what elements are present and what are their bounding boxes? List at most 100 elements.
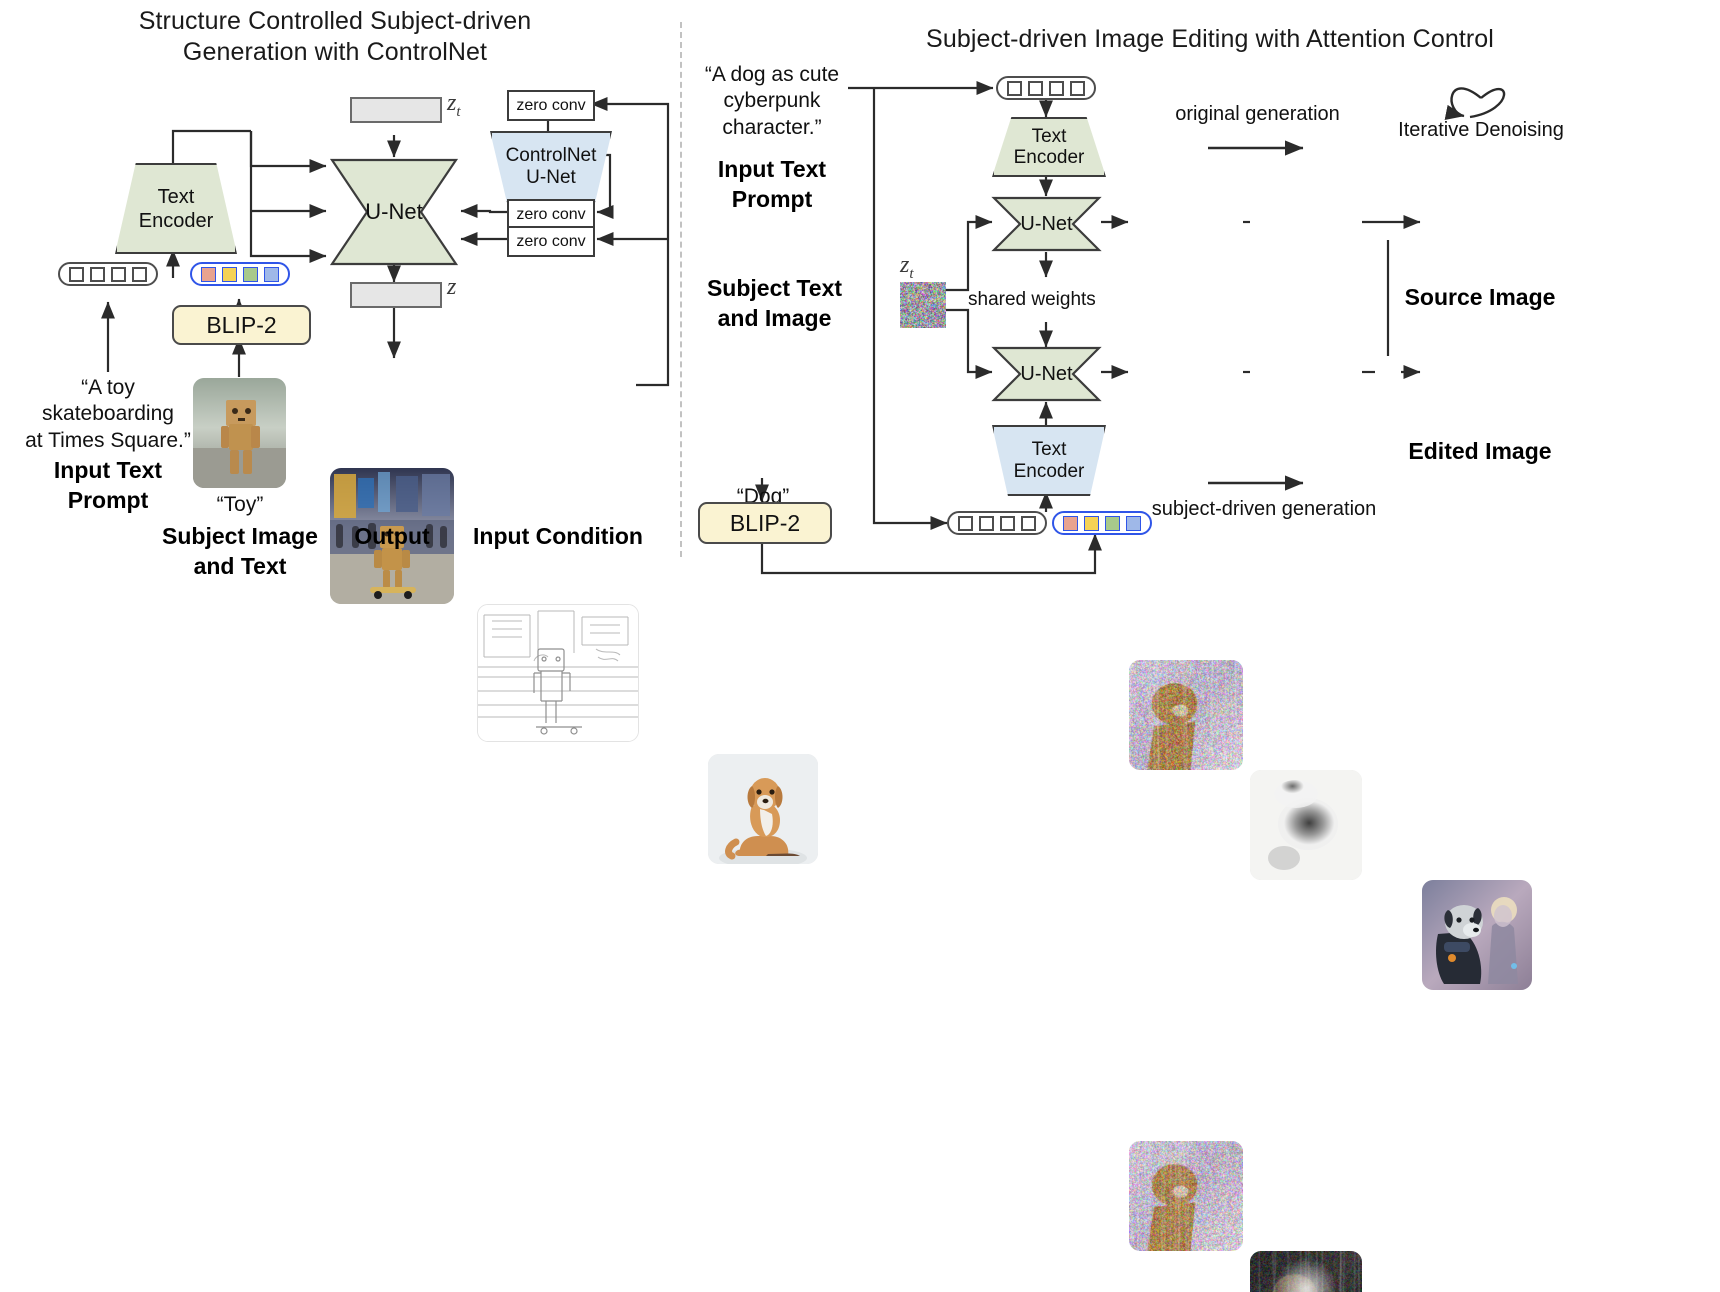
panel-divider bbox=[680, 22, 682, 557]
controlnet-line1: ControlNet bbox=[505, 145, 597, 167]
right-prompt-line1: “A dog as cute bbox=[704, 63, 840, 86]
source-image-caption: Source Image bbox=[1404, 284, 1556, 310]
token-box-colored bbox=[1105, 515, 1120, 531]
edited-noisy-latent-image[interactable] bbox=[1129, 1141, 1243, 1251]
left-latent-z-label: z bbox=[447, 274, 457, 300]
right-blip2-label: BLIP-2 bbox=[729, 509, 801, 536]
token-box bbox=[1021, 515, 1036, 531]
token-box bbox=[90, 266, 105, 282]
te-line1: Text bbox=[1031, 125, 1067, 147]
caption-line2: and Text bbox=[193, 552, 287, 579]
left-subject-token-capsule[interactable] bbox=[190, 262, 290, 286]
original-generation-label: original generation bbox=[1175, 103, 1340, 125]
left-text-encoder-line1: Text bbox=[157, 185, 195, 208]
left-text-encoder[interactable]: Text Encoder bbox=[115, 163, 237, 254]
right-top-text-encoder[interactable]: Text Encoder bbox=[992, 117, 1106, 177]
figure-root: Structure Controlled Subject-driven Gene… bbox=[0, 0, 1720, 1292]
left-latent-z-bar bbox=[350, 282, 442, 308]
subject-driven-generation-label: subject-driven generation bbox=[1151, 498, 1377, 520]
source-noisy-latent-image[interactable] bbox=[1129, 660, 1243, 770]
token-box bbox=[958, 515, 973, 531]
right-panel-title: Subject-driven Image Editing with Attent… bbox=[926, 25, 1494, 53]
right-top-text-token-capsule[interactable] bbox=[996, 76, 1096, 100]
left-unet-block[interactable]: U-Net bbox=[326, 158, 462, 266]
left-text-encoder-line2: Encoder bbox=[138, 209, 214, 232]
left-subject-image[interactable] bbox=[193, 378, 286, 488]
shared-weights-label: shared weights bbox=[968, 289, 1096, 310]
left-input-prompt-text: “A toy skateboarding at Times Square.” bbox=[10, 375, 206, 454]
caption-line1: Subject Image bbox=[162, 523, 318, 549]
controlnet-unet-block[interactable]: ControlNet U-Net bbox=[490, 131, 612, 203]
right-blip2-block[interactable]: BLIP-2 bbox=[698, 502, 832, 544]
left-prompt-line2: skateboarding bbox=[42, 402, 174, 426]
right-latent-zt-label: zt bbox=[900, 252, 914, 282]
te-line2: Encoder bbox=[1013, 147, 1085, 168]
caption-line1: Input Text bbox=[53, 457, 163, 483]
token-box-colored bbox=[201, 266, 216, 282]
left-prompt-line1: “A toy bbox=[81, 376, 135, 399]
right-top-unet-block[interactable]: U-Net bbox=[991, 196, 1102, 252]
left-latent-zt-label: zt bbox=[447, 90, 461, 120]
token-box bbox=[1000, 515, 1015, 531]
left-text-token-capsule[interactable] bbox=[58, 262, 158, 286]
zero-conv-label: zero conv bbox=[516, 96, 586, 114]
iterative-denoising-label: Iterative Denoising bbox=[1398, 119, 1564, 141]
source-attention-map-image[interactable] bbox=[1250, 770, 1362, 880]
zero-conv-label: zero conv bbox=[516, 205, 586, 223]
caption-line1: Input Text bbox=[717, 156, 827, 182]
token-box bbox=[132, 266, 147, 282]
left-subject-text: “Toy” bbox=[216, 493, 264, 516]
left-title-line2: Generation with ControlNet bbox=[182, 37, 488, 66]
left-input-condition-image[interactable] bbox=[477, 604, 639, 742]
left-prompt-line3: at Times Square.” bbox=[25, 428, 191, 452]
caption-line1: Subject Text bbox=[706, 275, 843, 301]
controlnet-line2: U-Net bbox=[526, 167, 576, 188]
edited-image-caption: Edited Image bbox=[1408, 438, 1552, 464]
left-blip2-block[interactable]: BLIP-2 bbox=[172, 305, 311, 345]
token-box bbox=[111, 266, 126, 282]
right-bottom-unet-block[interactable]: U-Net bbox=[991, 346, 1102, 402]
right-bottom-text-token-capsule[interactable] bbox=[947, 511, 1047, 535]
right-prompt-line3: character.” bbox=[722, 115, 822, 139]
left-input-prompt-caption: Input Text Prompt bbox=[10, 456, 206, 516]
token-box bbox=[1049, 80, 1064, 96]
token-box bbox=[69, 266, 84, 282]
left-subject-caption: Subject Image and Text bbox=[150, 522, 330, 582]
token-box-colored bbox=[222, 266, 237, 282]
right-top-unet-label: U-Net bbox=[1020, 212, 1073, 235]
caption-line2: Prompt bbox=[67, 486, 149, 513]
right-bottom-unet-label: U-Net bbox=[1020, 362, 1073, 385]
token-box-colored bbox=[1126, 515, 1141, 531]
right-subject-token-capsule[interactable] bbox=[1052, 511, 1152, 535]
caption-line2: Prompt bbox=[731, 185, 813, 212]
left-latent-zt-bar bbox=[350, 97, 442, 123]
te-line1: Text bbox=[1031, 439, 1067, 461]
left-panel-title: Structure Controlled Subject-driven Gene… bbox=[20, 6, 650, 67]
caption-line2: and Image bbox=[717, 304, 832, 331]
token-box bbox=[1007, 80, 1022, 96]
edited-attention-map-image[interactable] bbox=[1250, 1251, 1362, 1292]
token-box-colored bbox=[243, 266, 258, 282]
zero-conv-label: zero conv bbox=[516, 232, 586, 250]
token-box-colored bbox=[264, 266, 279, 282]
left-blip2-label: BLIP-2 bbox=[206, 311, 277, 338]
left-output-caption: Output bbox=[354, 523, 430, 549]
right-input-prompt-text: “A dog as cute cyberpunk character.” bbox=[692, 62, 852, 141]
left-input-condition-caption: Input Condition bbox=[473, 523, 643, 549]
right-latent-noise-tile bbox=[900, 282, 946, 328]
zero-conv-bottom[interactable]: zero conv bbox=[507, 226, 595, 257]
token-box bbox=[1070, 80, 1085, 96]
token-box bbox=[1028, 80, 1043, 96]
right-bottom-text-encoder[interactable]: Text Encoder bbox=[992, 425, 1106, 496]
right-prompt-line2: cyberpunk bbox=[723, 89, 821, 113]
token-box-colored bbox=[1063, 515, 1078, 531]
right-input-prompt-caption: Input Text Prompt bbox=[692, 155, 852, 215]
te-line2: Encoder bbox=[1013, 460, 1085, 482]
left-unet-label: U-Net bbox=[365, 199, 423, 224]
source-image[interactable] bbox=[1422, 880, 1532, 990]
zero-conv-top[interactable]: zero conv bbox=[507, 90, 595, 121]
right-subject-caption: Subject Text and Image bbox=[692, 274, 857, 334]
token-box bbox=[979, 515, 994, 531]
left-title-line1: Structure Controlled Subject-driven bbox=[138, 7, 532, 35]
right-subject-image[interactable] bbox=[708, 754, 818, 864]
